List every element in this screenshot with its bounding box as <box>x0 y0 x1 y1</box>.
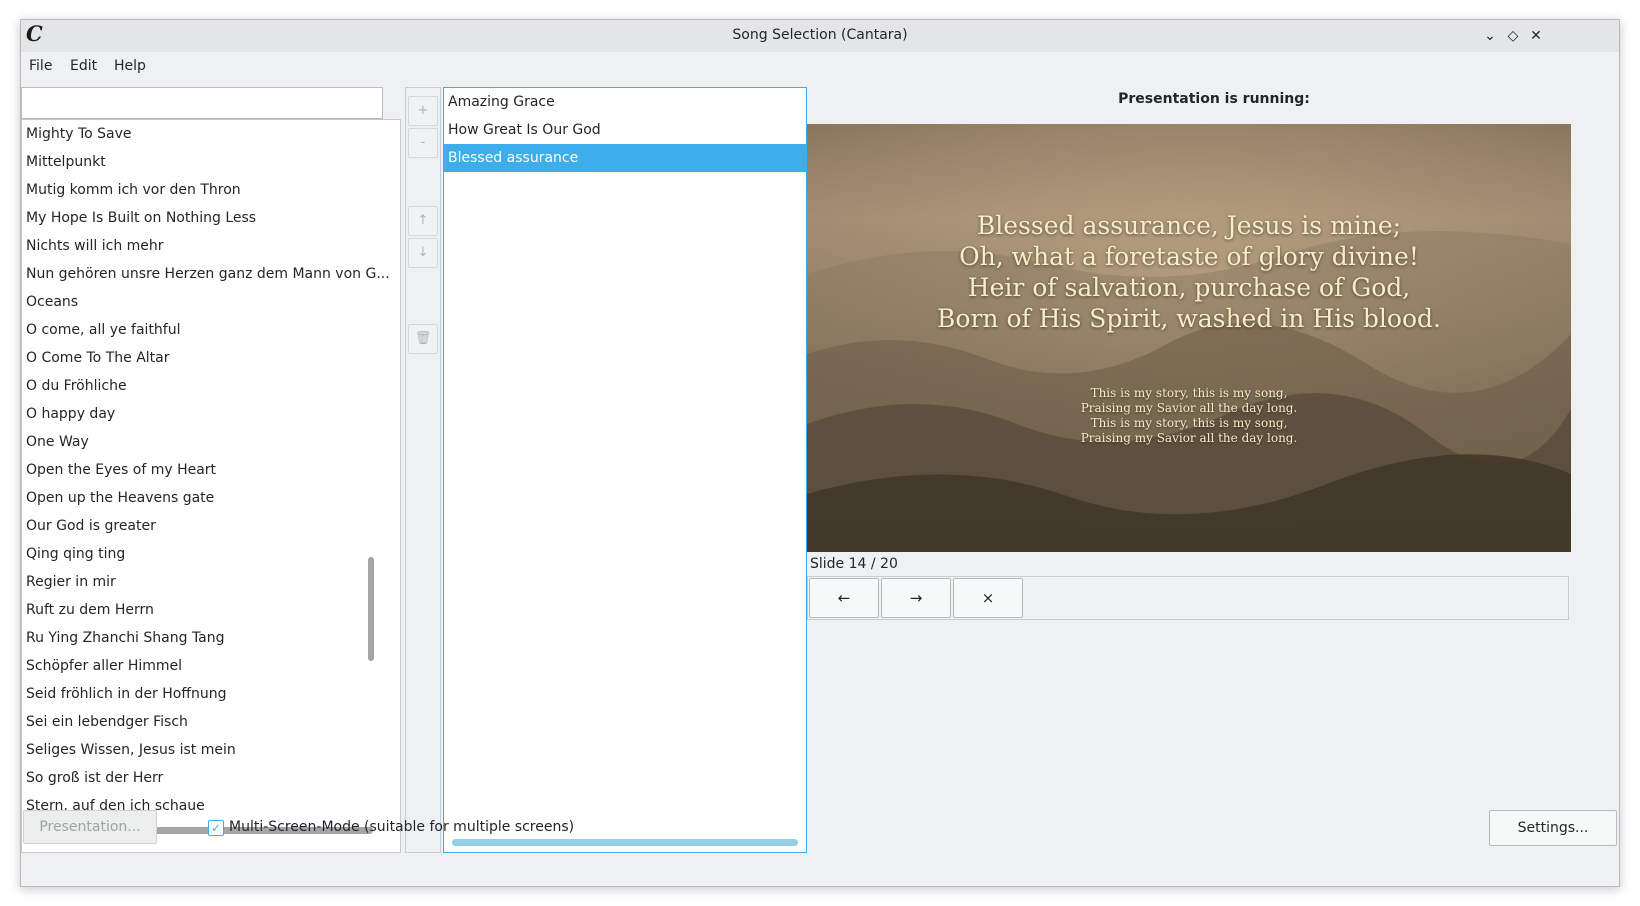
song-list-item[interactable]: Ru Ying Zhanchi Shang Tang <box>22 624 400 652</box>
next-slide-button[interactable]: → <box>881 578 951 618</box>
add-song-button[interactable]: + <box>408 96 438 126</box>
song-list-item[interactable]: O du Fröhliche <box>22 372 400 400</box>
song-items: Mighty To Save Mittelpunkt Mutig komm ich … <box>22 120 400 820</box>
menu-file[interactable]: File <box>29 58 52 74</box>
song-list-item[interactable]: Ruft zu dem Herrn <box>22 596 400 624</box>
song-list-item[interactable]: Open the Eyes of my Heart <box>22 456 400 484</box>
slide-chorus: This is my story, this is my song, Prais… <box>807 386 1571 446</box>
song-list-item[interactable]: O come, all ye faithful <box>22 316 400 344</box>
presentation-status-label: Presentation is running: <box>1118 91 1310 107</box>
remove-song-button[interactable]: - <box>408 128 438 158</box>
selected-songs-list[interactable]: Amazing Grace How Great Is Our God Blessed… <box>443 87 807 853</box>
song-list-item[interactable]: Mittelpunkt <box>22 148 400 176</box>
chorus-line: Praising my Savior all the day long. <box>1080 431 1298 445</box>
menu-help[interactable]: Help <box>114 58 146 74</box>
song-list-item[interactable]: Open up the Heavens gate <box>22 484 400 512</box>
multiscreen-checkbox[interactable]: ✓ <box>208 820 224 836</box>
song-list-item[interactable]: Nichts will ich mehr <box>22 232 400 260</box>
verse-line: Blessed assurance, Jesus is mine; <box>976 211 1402 240</box>
song-list-item[interactable]: O Come To The Altar <box>22 344 400 372</box>
song-list-item[interactable]: Mighty To Save <box>22 120 400 148</box>
chorus-line: Praising my Savior all the day long. <box>1080 401 1298 415</box>
song-list-item[interactable]: So groß ist der Herr <box>22 764 400 792</box>
previous-slide-button[interactable]: ← <box>809 578 879 618</box>
landscape-background <box>807 124 1571 552</box>
song-list-item[interactable]: Sei ein lebendger Fisch <box>22 708 400 736</box>
song-list-item[interactable]: Schöpfer aller Himmel <box>22 652 400 680</box>
song-list-item[interactable]: Seliges Wissen, Jesus ist mein <box>22 736 400 764</box>
title-bar[interactable]: C Song Selection (Cantara) ⌄ ◇ ✕ <box>21 20 1619 52</box>
settings-button[interactable]: Settings... <box>1489 810 1617 846</box>
close-icon[interactable]: ✕ <box>1526 25 1546 47</box>
playlist-item[interactable]: Blessed assurance <box>444 144 806 172</box>
move-up-button[interactable]: ↑ <box>408 206 438 236</box>
slide-verse: Blessed assurance, Jesus is mine; Oh, wh… <box>807 210 1571 334</box>
verse-line: Heir of salvation, purchase of God, <box>967 273 1411 302</box>
song-list-item[interactable]: One Way <box>22 428 400 456</box>
chorus-line: This is my story, this is my song, <box>1090 386 1288 400</box>
window-title: Song Selection (Cantara) <box>732 27 908 43</box>
slide-navigation: ← → × <box>807 576 1569 620</box>
multiscreen-label[interactable]: Multi-Screen-Mode (suitable for multiple… <box>229 819 574 835</box>
slide-counter: Slide 14 / 20 <box>810 556 898 572</box>
verse-line: Born of His Spirit, washed in His blood. <box>937 304 1441 333</box>
minimize-icon[interactable]: ⌄ <box>1480 25 1500 47</box>
main-window: C Song Selection (Cantara) ⌄ ◇ ✕ File Ed… <box>20 19 1620 887</box>
playlist-items: Amazing Grace How Great Is Our God Blessed… <box>444 88 806 172</box>
playlist-item[interactable]: Amazing Grace <box>444 88 806 116</box>
maximize-icon[interactable]: ◇ <box>1503 25 1523 47</box>
song-list-item[interactable]: Oceans <box>22 288 400 316</box>
scroll-thumb[interactable] <box>368 557 374 661</box>
song-list-vscrollbar[interactable] <box>368 119 374 809</box>
song-list-item[interactable]: Mutig komm ich vor den Thron <box>22 176 400 204</box>
song-search-input[interactable] <box>21 87 383 119</box>
footer-bar: Presentation... ✓ Multi-Screen-Mode (sui… <box>21 806 1619 850</box>
song-list-item[interactable]: Regier in mir <box>22 568 400 596</box>
presentation-button[interactable]: Presentation... <box>23 810 157 844</box>
verse-line: Oh, what a foretaste of glory divine! <box>959 242 1419 271</box>
slide-preview: Blessed assurance, Jesus is mine; Oh, wh… <box>807 124 1571 552</box>
move-down-button[interactable]: ↓ <box>408 238 438 268</box>
chorus-line: This is my story, this is my song, <box>1090 416 1288 430</box>
song-list-item[interactable]: Qing qing ting <box>22 540 400 568</box>
playlist-item[interactable]: How Great Is Our God <box>444 116 806 144</box>
song-list-item[interactable]: My Hope Is Built on Nothing Less <box>22 204 400 232</box>
playlist-button-column: + - ↑ ↓ 🗑 <box>405 87 441 853</box>
song-list[interactable]: Mighty To Save Mittelpunkt Mutig komm ich … <box>21 119 401 853</box>
delete-icon[interactable]: 🗑 <box>408 324 438 354</box>
song-list-item[interactable]: Our God is greater <box>22 512 400 540</box>
menu-bar: File Edit Help <box>21 52 1619 82</box>
song-list-item[interactable]: Seid fröhlich in der Hoffnung <box>22 680 400 708</box>
song-list-item[interactable]: O happy day <box>22 400 400 428</box>
close-presentation-button[interactable]: × <box>953 578 1023 618</box>
menu-edit[interactable]: Edit <box>70 58 97 74</box>
song-list-item[interactable]: Nun gehören unsre Herzen ganz dem Mann v… <box>22 260 400 288</box>
